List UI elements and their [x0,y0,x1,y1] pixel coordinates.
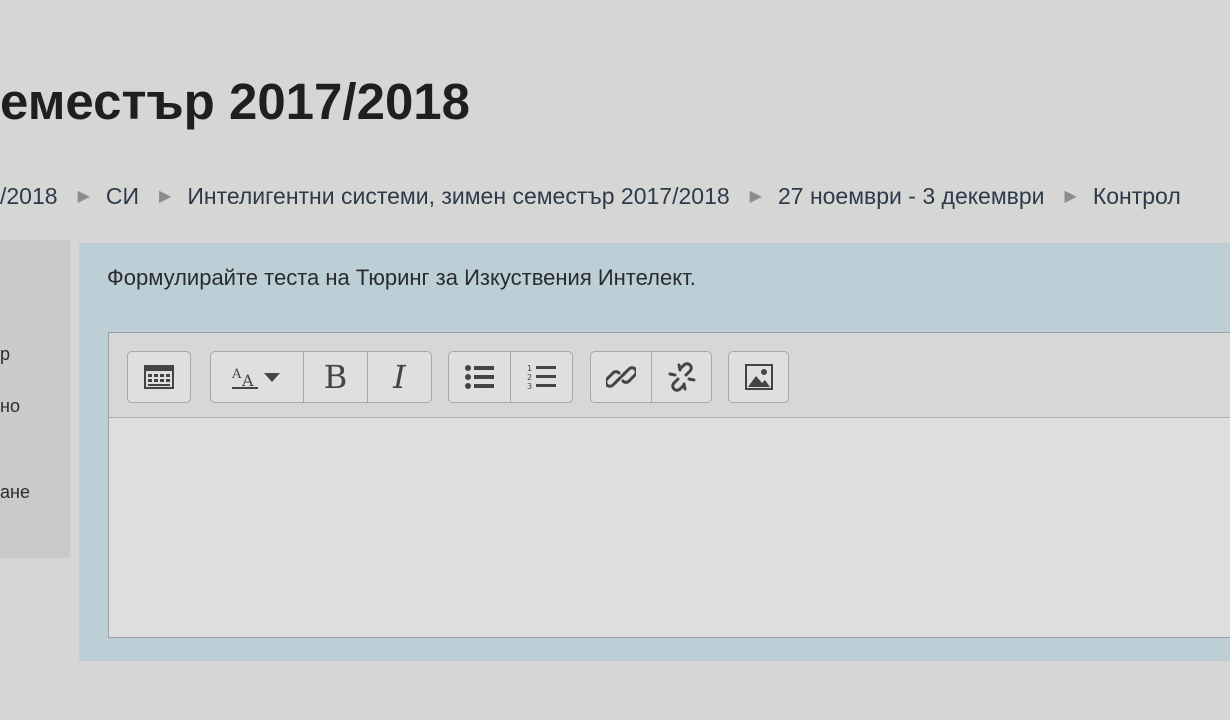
breadcrumb-separator-icon: ▶ [749,188,762,205]
question-text: Формулирайте теста на Тюринг за Изкустве… [107,265,696,290]
breadcrumb-item-si[interactable]: СИ [106,183,139,210]
quiz-info-panel: р но ане [0,240,70,558]
italic-button[interactable]: I [368,351,432,403]
question-panel: Формулирайте теста на Тюринг за Изкустве… [79,243,1230,661]
breadcrumb-separator-icon: ▶ [77,188,90,205]
toolbar-group-links [590,351,712,403]
page-title: еместър 2017/2018 [0,73,471,130]
unordered-list-icon [464,365,494,389]
unlink-icon [668,362,695,392]
link-icon [606,366,636,388]
info-text: но [0,396,20,416]
font-size-icon: A A [231,367,280,390]
bold-button[interactable]: B [304,351,368,403]
ordered-list-icon: 123 [527,364,556,390]
breadcrumb: /2018 ▶ СИ ▶ Интелигентни системи, зимен… [0,176,1230,216]
toolbar-toggle-button[interactable] [127,351,191,403]
toolbar-group-media [728,351,789,403]
unordered-list-button[interactable] [448,351,511,403]
breadcrumb-item-week[interactable]: 27 ноември - 3 декември [778,183,1045,210]
info-text: ане [0,482,30,502]
toolbar-group-lists: 123 [448,351,573,403]
link-button[interactable] [590,351,652,403]
breadcrumb-separator-icon: ▶ [159,188,172,205]
editor-toolbar: A A B I 1 2 3 [109,333,1230,418]
breadcrumb-separator-icon: ▶ [1064,188,1077,205]
insert-image-button[interactable] [728,351,789,403]
editor-content-area[interactable] [109,418,1230,637]
info-text: р [0,344,11,364]
breadcrumb-item-quiz[interactable]: Контрол [1093,183,1181,210]
toolbar-group-more [127,351,191,403]
breadcrumb-item-year[interactable]: /2018 [0,183,58,210]
image-icon [744,364,773,390]
answer-editor: A A B I 1 2 3 [108,332,1230,638]
toolbar-group-style: A A B I [210,351,432,403]
toolbar-toggle-icon [144,365,174,389]
breadcrumb-item-course[interactable]: Интелигентни системи, зимен семестър 201… [187,183,729,210]
svg-text:3: 3 [527,382,532,390]
svg-text:2: 2 [527,373,532,382]
svg-text:1: 1 [527,364,532,373]
svg-text:A: A [231,367,242,382]
unlink-button[interactable] [652,351,712,403]
ordered-list-button[interactable]: 123 [511,351,573,403]
font-size-button[interactable]: A A [210,351,304,403]
